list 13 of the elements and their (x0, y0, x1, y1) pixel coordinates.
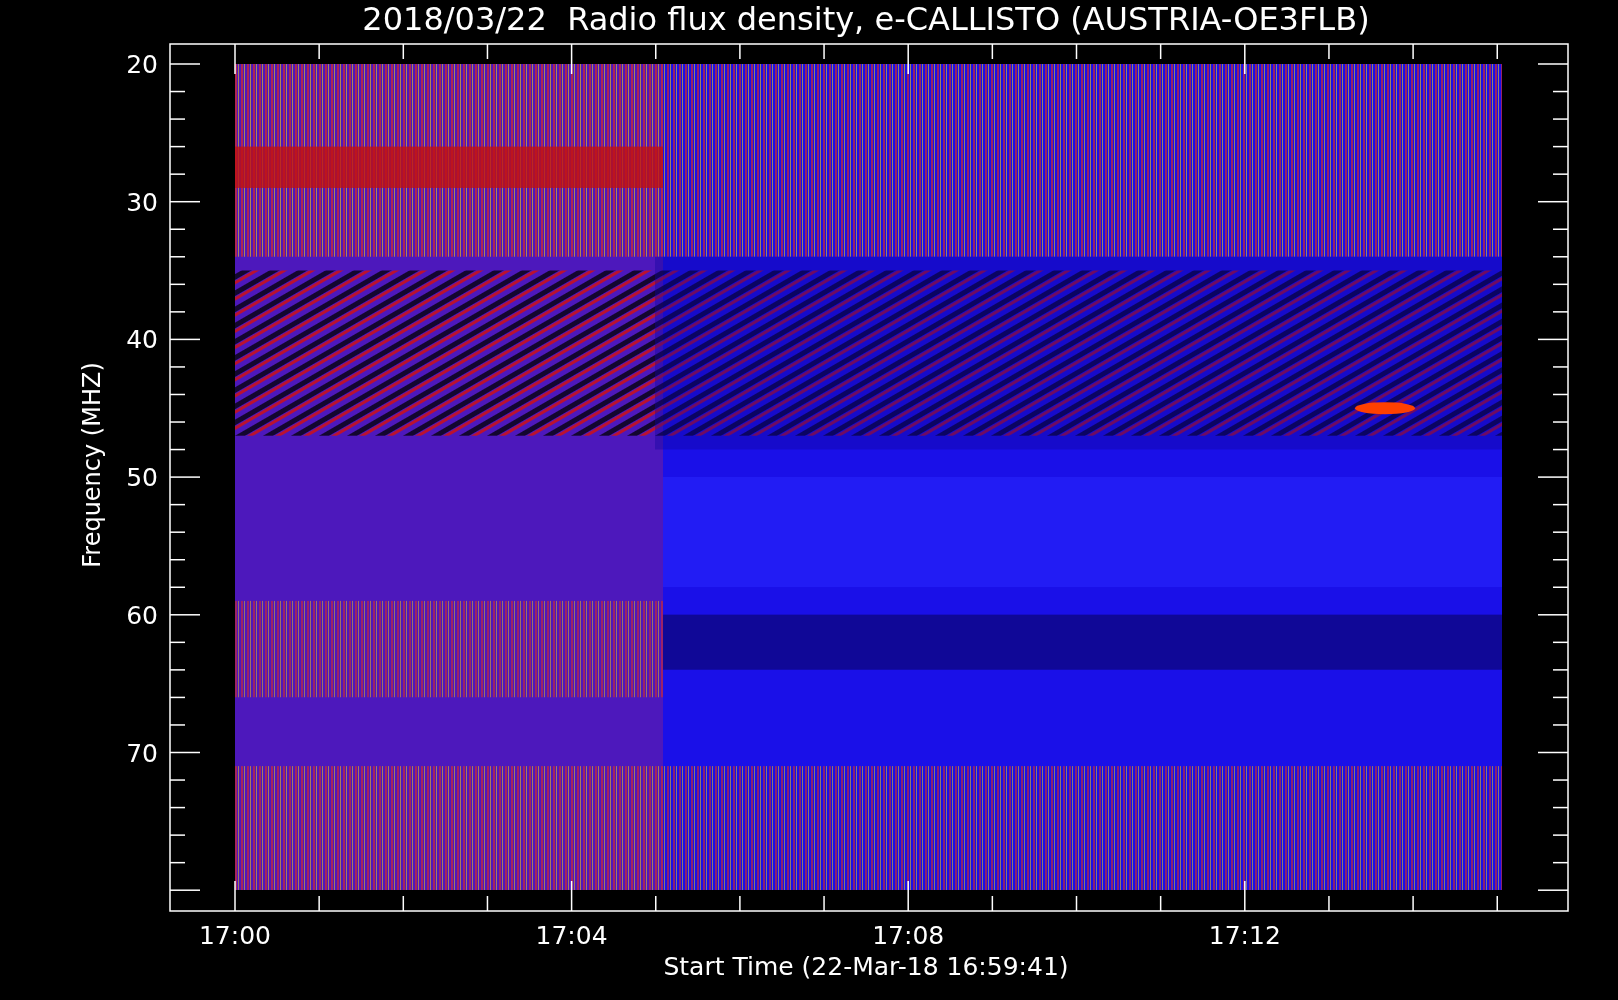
x-axis-tick-label: 17:04 (535, 921, 608, 950)
y-axis-tick-label: 20 (126, 50, 158, 79)
y-axis-tick-label: 70 (126, 738, 158, 768)
x-axis-tick-label: 17:08 (872, 921, 945, 950)
x-axis-tick-label: 17:00 (199, 921, 271, 950)
x-axis-label: Start Time (22-Mar-18 16:59:41) (663, 952, 1069, 981)
x-axis-tick-label: 17:12 (1208, 921, 1281, 950)
y-axis-label: Frequency (MHZ) (78, 362, 106, 568)
y-axis-tick-label: 30 (126, 187, 158, 217)
y-axis-tick-label: 40 (126, 325, 158, 355)
y-axis-tick-label: 50 (126, 463, 158, 493)
y-axis-tick-label: 60 (126, 600, 158, 630)
chart-title: 2018/03/22 Radio flux density, e-CALLISTO (AUSTRIA-OE3FLB) (362, 0, 1370, 38)
